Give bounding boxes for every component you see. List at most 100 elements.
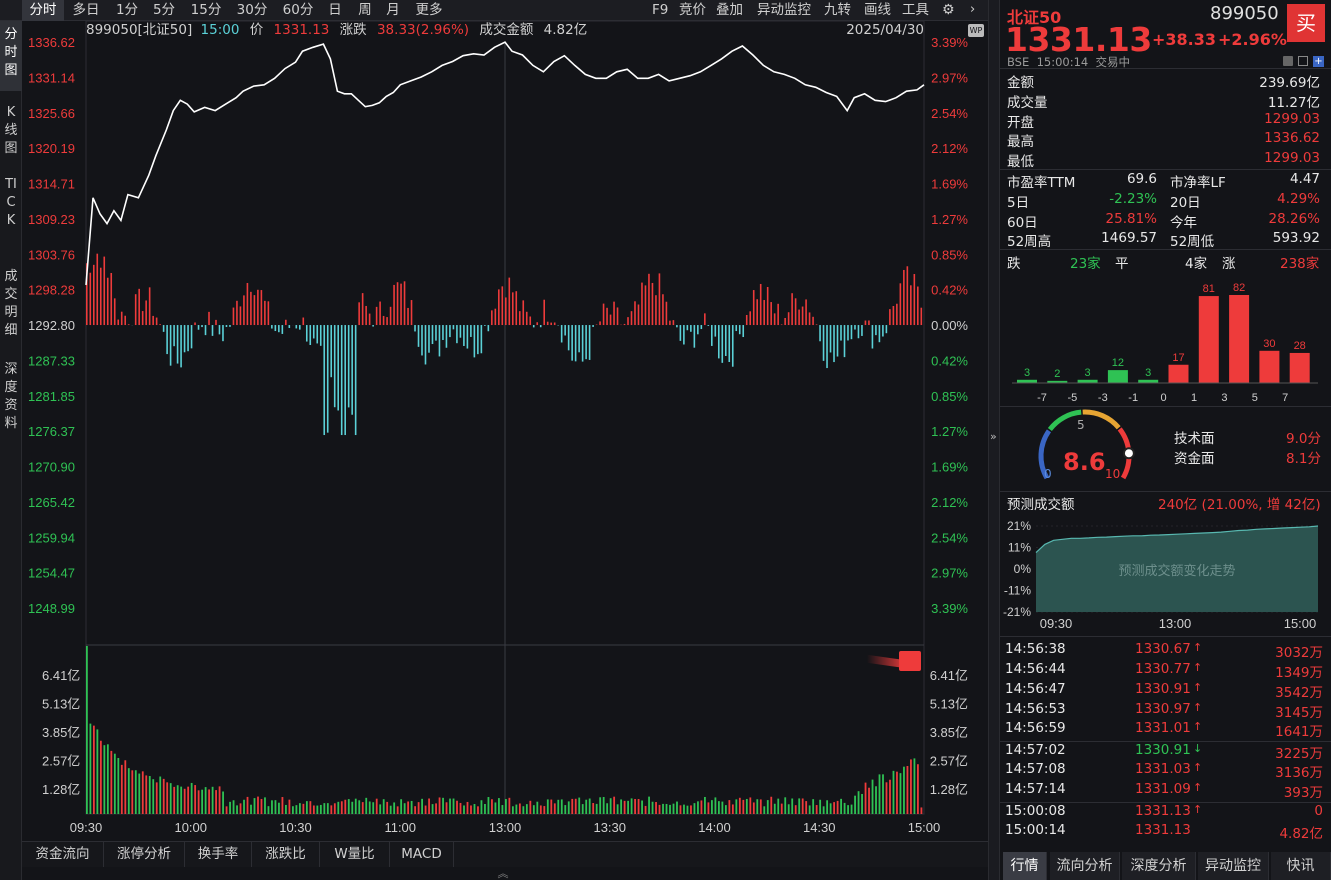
flow-bar <box>215 319 217 326</box>
pencil-icon[interactable] <box>1283 56 1293 66</box>
add-icon[interactable]: + <box>1313 56 1324 67</box>
chart-nav-4[interactable]: 深度资料 <box>0 356 22 440</box>
trade-price: 1330.91 <box>1135 681 1191 697</box>
tool-tab-4[interactable]: 九转 <box>824 0 851 21</box>
period-tab-3[interactable]: 5分 <box>147 0 181 21</box>
indicator-tab-5[interactable]: MACD <box>390 842 454 867</box>
header-price: 1331.13 <box>273 22 330 38</box>
volume-tick-right: 2.57亿 <box>930 754 968 769</box>
period-tab-9[interactable]: 月 <box>381 0 405 21</box>
dist-bar-value: 81 <box>1203 283 1215 295</box>
period-tab-1[interactable]: 多日 <box>66 0 106 21</box>
copy-icon[interactable] <box>1298 56 1308 66</box>
period-tab-10[interactable]: 更多 <box>410 0 448 21</box>
period-tab-0[interactable]: 分时 <box>22 0 64 21</box>
period-tab-2[interactable]: 1分 <box>112 0 142 21</box>
breadth-down-label: 跌 <box>1007 256 1021 272</box>
tool-tab-0[interactable]: F9 <box>652 0 668 21</box>
flow-bar <box>89 272 92 326</box>
quote-change: +38.33 <box>1152 30 1217 49</box>
tool-tab-1[interactable]: 竞价 <box>679 0 706 21</box>
metric-value-right-0: 4.47 <box>1289 171 1320 187</box>
chart-canvas[interactable]: 1336.62 3.39% 1331.14 2.97% 1325.66 2.54% 1320… <box>22 21 988 841</box>
buy-button[interactable]: 买 <box>1287 4 1325 42</box>
tool-tab-3[interactable]: 异动监控 <box>757 0 811 21</box>
metric-value-right-1: 4.29% <box>1277 190 1320 207</box>
pct-tick: 2.97% <box>931 566 968 581</box>
settings-icon[interactable]: ⚙ <box>942 1 958 19</box>
volume-bar <box>243 799 245 814</box>
flow-bar <box>204 325 207 336</box>
indicator-tab-4[interactable]: W量比 <box>320 842 390 867</box>
dist-bar-value: 82 <box>1233 282 1245 294</box>
flow-bar <box>333 325 336 408</box>
right-tab-1[interactable]: 流向分析 <box>1050 852 1120 880</box>
dist-label: -7 <box>1037 392 1047 404</box>
dist-bar-value: 28 <box>1294 340 1306 352</box>
flow-bar <box>99 267 102 326</box>
dist-bar <box>1168 364 1189 383</box>
volume-bar <box>232 800 235 814</box>
volume-bar <box>896 771 898 814</box>
volume-bar <box>539 805 542 814</box>
right-tab-4[interactable]: 快讯 <box>1271 852 1331 880</box>
chevron-right-icon[interactable]: › <box>970 1 984 19</box>
expand-up-icon[interactable]: ︽ <box>496 867 510 880</box>
period-tab-6[interactable]: 60分 <box>278 0 318 21</box>
signal-marker-icon[interactable] <box>899 651 921 671</box>
flow-bar <box>396 282 399 326</box>
indicator-tab-0[interactable]: 资金流向 <box>22 842 104 867</box>
period-tab-5[interactable]: 30分 <box>231 0 273 21</box>
volume-bar <box>347 799 350 814</box>
indicator-tab-2[interactable]: 换手率 <box>185 842 252 867</box>
flow-bar <box>585 325 587 360</box>
flow-bar <box>609 314 612 326</box>
flow-bar <box>819 325 821 342</box>
trade-down-arrow-icon: ↓ <box>1193 742 1203 755</box>
volume-bar <box>260 798 263 814</box>
indicator-tab-1[interactable]: 涨停分析 <box>104 842 185 867</box>
volume-bar <box>183 788 186 814</box>
volume-bar <box>267 806 270 814</box>
period-tab-7[interactable]: 日 <box>323 0 347 21</box>
tool-tab-6[interactable]: 工具 <box>902 0 929 21</box>
flow-bar <box>442 325 444 340</box>
flow-bar <box>515 291 518 326</box>
amount-label: 成交金额 <box>479 22 534 38</box>
volume-bar <box>403 803 406 814</box>
trade-up-arrow-icon: ↑ <box>1193 641 1203 654</box>
volume-bar <box>229 801 231 814</box>
trade-ticks: 14:56:38 1330.67 ↑ 3032万 14:56:44 1330.77 ↑ 134… <box>1000 638 1331 843</box>
period-tab-4[interactable]: 15分 <box>185 0 227 21</box>
metric-label-right-2: 今年 <box>1170 214 1197 231</box>
tool-tab-2[interactable]: 叠加 <box>716 0 743 21</box>
pct-tick: 1.69% <box>931 460 968 475</box>
indicator-tab-3[interactable]: 涨跌比 <box>252 842 320 867</box>
time-label: 11:00 <box>384 820 416 835</box>
flow-bar <box>372 325 374 327</box>
volume-bar <box>222 791 224 814</box>
right-tab-3[interactable]: 异动监控 <box>1198 852 1269 880</box>
right-tab-2[interactable]: 深度分析 <box>1122 852 1196 880</box>
panel-splitter[interactable]: » <box>988 0 1000 880</box>
flow-bar <box>665 301 668 326</box>
tool-tab-5[interactable]: 画线 <box>864 0 891 21</box>
right-tab-0[interactable]: 行情 <box>1003 852 1047 880</box>
collapse-arrow-icon[interactable]: » <box>990 430 997 443</box>
wp-badge[interactable]: WP <box>968 24 984 37</box>
chart-nav-0[interactable]: 分时图 <box>0 21 22 91</box>
chart-nav-3[interactable]: 成交明细 <box>0 263 22 347</box>
chart-nav-1[interactable]: K线图 <box>0 99 22 165</box>
period-tab-8[interactable]: 周 <box>354 0 376 21</box>
flow-bar <box>187 325 189 352</box>
chart-nav-2[interactable]: TICK <box>0 171 22 253</box>
volume-bar <box>92 725 95 814</box>
pct-tick: 1.69% <box>931 177 968 192</box>
flow-bar <box>644 285 647 326</box>
volume-bar <box>361 802 364 814</box>
tech-label: 技术面 <box>1174 431 1215 447</box>
intraday-chart[interactable]: 1336.62 3.39% 1331.14 2.97% 1325.66 2.54% 1320… <box>22 21 988 841</box>
flow-bar <box>826 325 828 369</box>
volume-bar <box>704 796 706 814</box>
flow-bar <box>641 282 643 326</box>
